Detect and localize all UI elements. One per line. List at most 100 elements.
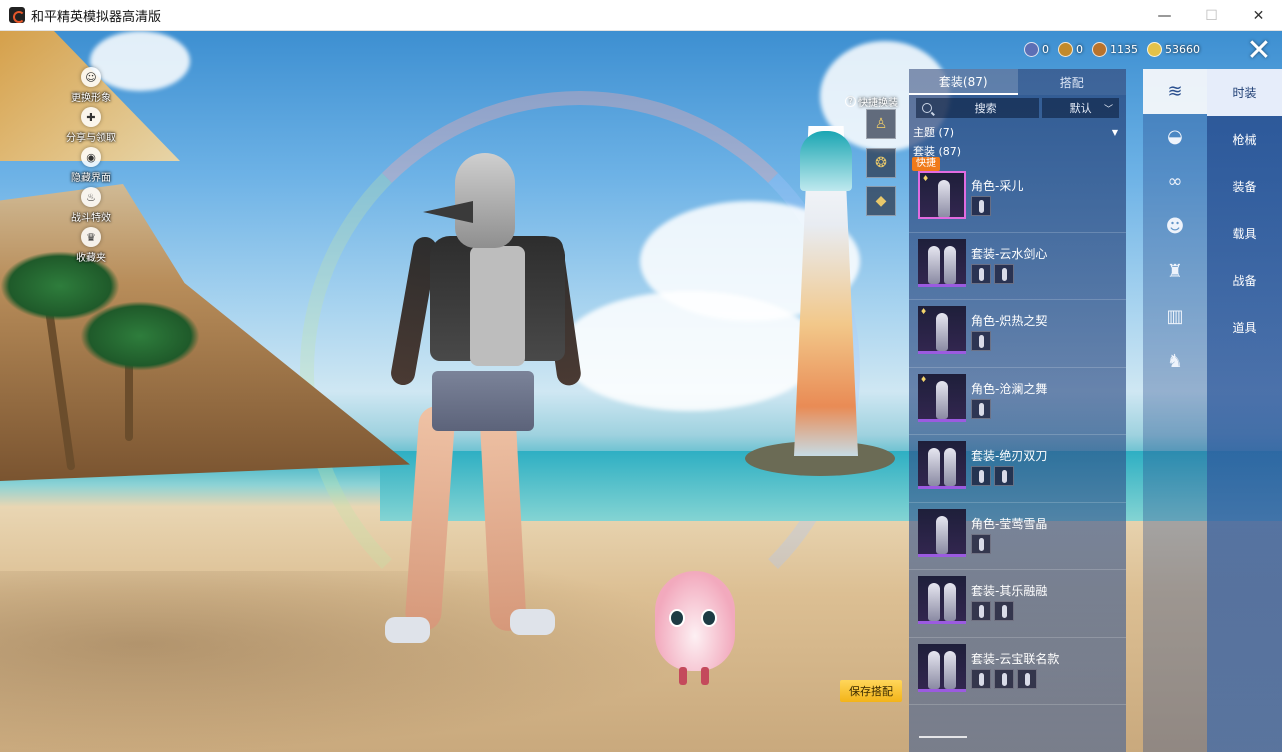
outfit-icon[interactable]: ≋ [1143,69,1207,114]
jacket-icon[interactable]: ♜ [1143,249,1207,294]
part-icon[interactable] [994,601,1014,621]
item-list: ♦ 角色-采儿 套装-云水剑心 ♦ 角色-炽热之契 ♦ 角色-沧澜之舞 套装-绝… [909,165,1126,705]
part-icon[interactable] [971,196,991,216]
minimize-button[interactable]: — [1141,0,1188,31]
character-shorts [432,371,534,431]
list-item[interactable]: ♦ 角色-炽热之契 [909,300,1126,368]
category-equipment[interactable]: 装备 [1207,163,1282,210]
side-actions: ☺ 更换形象 ✚ 分享与领取 ◉ 隐藏界面 ♨ 战斗特效 ♛ 收藏夹 [58,67,124,267]
item-parts [971,533,991,554]
quick-swap-label[interactable]: ? 快捷换装 [845,94,907,109]
mask-icon[interactable]: ☻ [1143,204,1207,249]
diamond-slot-icon[interactable]: ◆ [866,186,896,216]
part-icon[interactable] [994,466,1014,486]
close-window-button[interactable]: ✕ [1235,0,1282,31]
category-battle-gear[interactable]: 战备 [1207,257,1282,304]
battle-effects-action[interactable]: ♨ 战斗特效 [58,187,124,227]
item-parts [971,263,1014,284]
goggles-icon[interactable]: ∞ [1143,159,1207,204]
maximize-button[interactable]: ☐ [1188,0,1235,31]
item-name: 套装-其乐融融 [971,584,1048,598]
item-name: 套装-云水剑心 [971,246,1048,261]
item-thumbnail: ♦ [918,171,966,219]
sand-shadow-decoration [0,571,700,752]
part-icon[interactable] [971,668,991,689]
category-weapons[interactable]: 枪械 [1207,116,1282,163]
figure-icon [944,650,956,689]
owned-icon: ♦ [920,307,928,316]
pet-leg [701,667,709,685]
tab-outfit-match[interactable]: 搭配 [1017,69,1126,95]
change-appearance-action[interactable]: ☺ 更换形象 [58,67,124,107]
pants-icon[interactable]: ▥ [1143,294,1207,339]
emblem-slot-icon[interactable]: ❂ [866,148,896,178]
window-controls: — ☐ ✕ [1141,0,1282,31]
save-outfit-button[interactable]: 保存搭配 [840,680,902,702]
category-column: 时装 枪械 装备 载具 战备 道具 [1207,69,1282,752]
action-label: 更换形象 [71,93,111,104]
list-item[interactable]: 套装-云水剑心 [909,233,1126,300]
cap-icon[interactable]: ◒ [1143,114,1207,159]
figure-icon [928,650,940,689]
part-icon[interactable] [994,668,1014,689]
quick-swap-text: 快捷换装 [858,98,898,109]
figure-icon [938,180,950,217]
item-parts [971,331,991,351]
quick-swap: ? 快捷换装 ♙ ❂ ◆ [845,94,907,216]
tab-suits[interactable]: 套装(87) [909,69,1018,95]
theme-group[interactable]: 主题 (7) ▼ [909,121,1126,140]
item-name: 角色-炽热之契 [971,314,1048,328]
sort-dropdown[interactable]: 默认 ﹀ [1042,98,1119,118]
list-item[interactable]: ♦ 角色-采儿 [909,165,1126,233]
outfit-slot-icon[interactable]: ♙ [866,109,896,139]
category-items[interactable]: 道具 [1207,304,1282,351]
shoes-icon[interactable]: ♞ [1143,339,1207,384]
pet-eye [669,609,685,627]
category-vehicles[interactable]: 载具 [1207,210,1282,257]
part-icon[interactable] [971,601,991,621]
currency-value: 1135 [1110,42,1138,56]
list-item[interactable]: 套装-其乐融融 [909,570,1126,638]
favorites-action[interactable]: ♛ 收藏夹 [58,227,124,267]
flame-icon: ♨ [81,187,101,207]
item-thumbnail [918,508,966,557]
part-icon[interactable] [1017,668,1037,689]
figure-icon [944,583,956,621]
currency-token: 0 [1058,41,1083,57]
category-icon-column: ≋ ◒ ∞ ☻ ♜ ▥ ♞ [1143,69,1207,752]
search-input[interactable]: 搜索 [916,98,1040,118]
currency-medal: 1135 [1092,41,1138,57]
character-head [455,153,515,248]
part-icon[interactable] [971,466,991,486]
share-claim-action[interactable]: ✚ 分享与领取 [58,107,124,147]
hide-ui-action[interactable]: ◉ 隐藏界面 [58,147,124,187]
panel-scrollbar[interactable] [919,736,967,738]
part-icon[interactable] [971,263,991,284]
item-parts [971,398,991,419]
character-shoe [510,609,555,635]
part-icon[interactable] [971,398,991,419]
collapse-icon: ▼ [1111,127,1118,137]
list-item[interactable]: 角色-莹莺雪晶 [909,503,1126,570]
list-item[interactable]: 套装-云宝联名款 [909,638,1126,705]
help-icon[interactable]: ? [845,96,856,107]
currency-value: 0 [1076,42,1083,56]
item-thumbnail: ♦ [918,306,966,354]
part-icon[interactable] [971,533,991,554]
item-parts [971,601,1014,621]
part-icon[interactable] [971,331,991,351]
list-item[interactable]: ♦ 角色-沧澜之舞 [909,368,1126,435]
figure-icon [928,583,940,621]
figure-icon [944,245,956,284]
list-item[interactable]: 套装-绝刃双刀 [909,435,1126,503]
share-icon: ✚ [81,107,101,127]
currency-bar: 0 0 1135 53660 [1024,39,1200,59]
currency-coupon: 0 [1024,41,1049,57]
filters: 搜索 默认 ﹀ [909,95,1126,121]
close-icon[interactable]: ✕ [1242,36,1276,70]
category-fashion[interactable]: 时装 [1207,69,1282,116]
part-icon[interactable] [994,263,1014,284]
medal-icon [1092,41,1107,57]
figure-icon [928,245,940,284]
currency-coin: 53660 [1147,41,1200,57]
